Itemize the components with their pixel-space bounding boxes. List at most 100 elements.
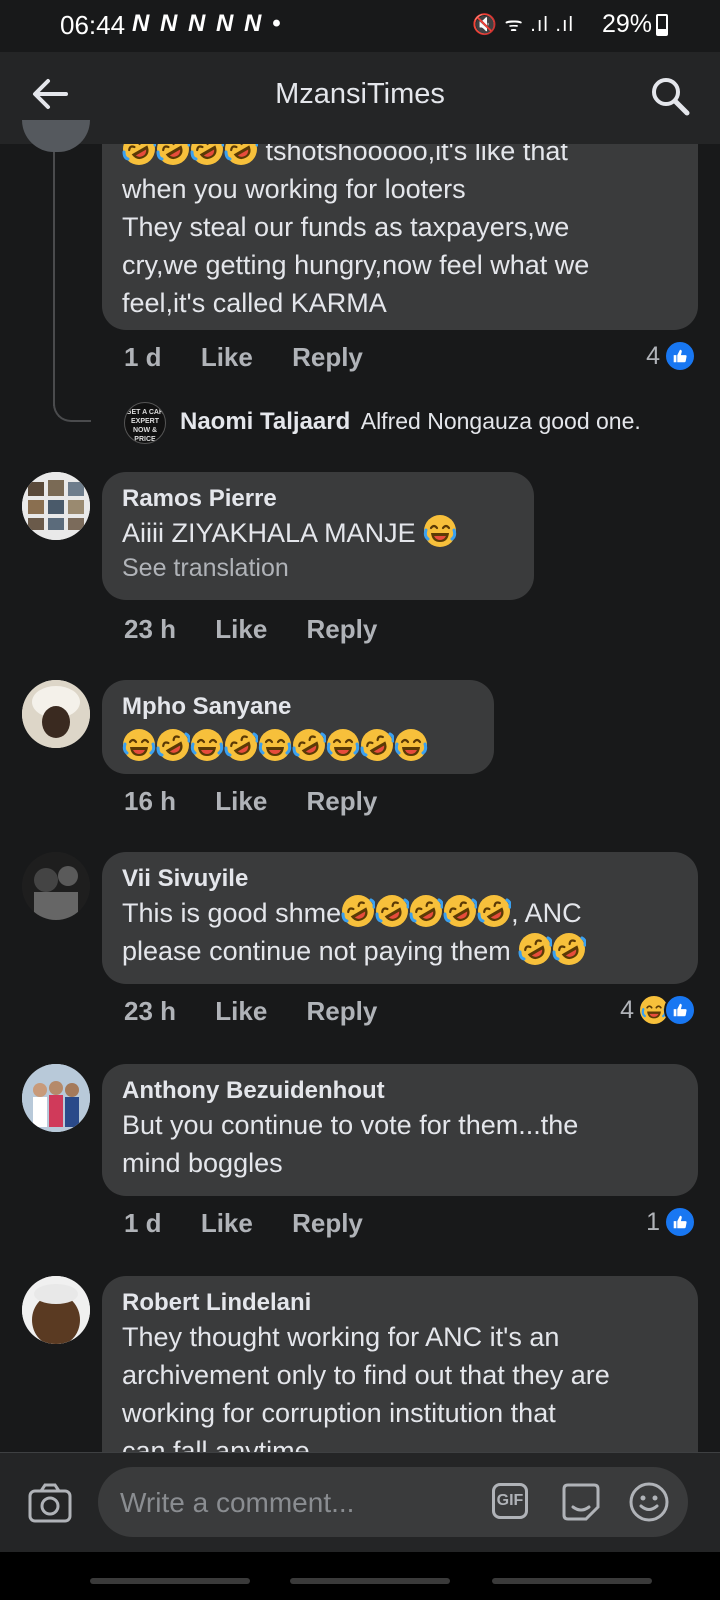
reply-button[interactable]: Reply (292, 1208, 363, 1238)
avatar-photo (22, 680, 90, 748)
comment-author[interactable]: Mpho Sanyane (122, 692, 474, 722)
comment-actions: 1 d Like Reply (124, 342, 395, 373)
rofl-emoji-icon (375, 894, 409, 928)
like-icon (664, 340, 696, 372)
rofl-emoji-icon (224, 144, 258, 166)
nav-recents[interactable] (90, 1578, 250, 1584)
like-button[interactable]: Like (201, 342, 253, 372)
see-translation-link[interactable]: See translation (122, 552, 514, 584)
avatar-photo (22, 1064, 90, 1132)
signal-icons: 🔇 ᯤ .ıl .ıl (472, 14, 574, 36)
comment-input[interactable]: Write a comment... GIF (98, 1467, 688, 1537)
comment-line: But you continue to vote for them...the (122, 1110, 579, 1140)
comment-text: They thought working for ANC it's an arc… (122, 1318, 678, 1470)
comment-bubble[interactable]: Anthony Bezuidenhout But you continue to… (102, 1064, 698, 1196)
comment-line: tshotshooooo,it's like that (265, 144, 568, 166)
like-button[interactable]: Like (215, 614, 267, 644)
rofl-emoji-icon (477, 894, 511, 928)
avatar[interactable] (22, 1276, 90, 1344)
like-button[interactable]: Like (215, 996, 267, 1026)
avatar[interactable] (22, 472, 90, 540)
avatar-collage (22, 472, 90, 540)
thread-line (53, 144, 55, 406)
comment-time: 1 d (124, 1208, 162, 1238)
comment-actions: 23 h Like Reply (124, 996, 409, 1027)
reaction-summary[interactable]: 4 (646, 340, 696, 372)
reaction-count: 1 (646, 1207, 660, 1236)
avatar[interactable] (22, 852, 90, 920)
comment-bubble[interactable]: Mpho Sanyane (102, 680, 494, 774)
rofl-emoji-icon (341, 894, 375, 928)
comment-text (122, 728, 474, 766)
rofl-emoji-icon (190, 144, 224, 166)
system-nav-bar (0, 1552, 720, 1600)
comment-line: working for corruption institution that (122, 1398, 556, 1428)
like-button[interactable]: Like (201, 1208, 253, 1238)
emoji-icon[interactable] (628, 1481, 670, 1523)
reply-preview[interactable]: GET A CAR EXPERT NOW & PRICE Naomi Taljaar… (124, 400, 704, 444)
comment-line: This is good shme (122, 898, 342, 928)
comment-text: Aiiii ZIYAKHALA MANJE (122, 514, 514, 552)
page-title: MzansiTimes (275, 78, 445, 110)
comment-text: But you continue to vote for them...the … (122, 1106, 678, 1182)
comment-line: , ANC (511, 898, 582, 928)
avatar[interactable] (22, 1064, 90, 1132)
laugh-emoji-icon (190, 728, 224, 762)
comment-time: 23 h (124, 614, 177, 644)
nav-back[interactable] (492, 1578, 652, 1584)
avatar-photo (22, 852, 90, 920)
like-icon (664, 994, 696, 1026)
laugh-emoji-icon (423, 514, 457, 548)
comment-line: when you working for looters (122, 174, 466, 204)
laugh-emoji-icon (258, 728, 292, 762)
comment-author[interactable]: Ramos Pierre (122, 484, 514, 514)
comment-text: This is good shme , ANC please continue n… (122, 894, 678, 970)
comment-bubble[interactable]: tshotshooooo,it's like that when you wor… (102, 144, 698, 330)
comment-bubble[interactable]: Vii Sivuyile This is good shme , ANC plea… (102, 852, 698, 984)
reply-button[interactable]: Reply (307, 614, 378, 644)
comment-actions: 23 h Like Reply (124, 614, 409, 645)
thread-line-curve (53, 380, 91, 422)
like-button[interactable]: Like (215, 786, 267, 816)
comment-bubble[interactable]: Robert Lindelani They thought working fo… (102, 1276, 698, 1480)
reaction-count: 4 (646, 341, 660, 370)
comment-line: archivement only to find out that they a… (122, 1360, 610, 1390)
status-time: 06:44 (60, 10, 126, 40)
rofl-emoji-icon (443, 894, 477, 928)
comment-author[interactable]: Vii Sivuyile (122, 864, 678, 894)
comment-time: 23 h (124, 996, 177, 1026)
sticker-icon[interactable] (560, 1481, 602, 1523)
comment-text: tshotshooooo,it's like that when you wor… (122, 144, 678, 322)
comment-line: feel,it's called KARMA (122, 288, 387, 318)
reply-button[interactable]: Reply (292, 342, 363, 372)
rofl-emoji-icon (224, 728, 258, 762)
reply-button[interactable]: Reply (307, 786, 378, 816)
camera-icon[interactable] (28, 1483, 72, 1523)
comment-line: cry,we getting hungry,now feel what we (122, 250, 590, 280)
comment-bubble[interactable]: Ramos Pierre Aiiii ZIYAKHALA MANJE See t… (102, 472, 534, 600)
search-icon[interactable] (648, 74, 692, 118)
like-icon (664, 1206, 696, 1238)
rofl-emoji-icon (409, 894, 443, 928)
nav-home[interactable] (290, 1578, 450, 1584)
comment-line: please continue not paying them (122, 936, 511, 966)
reply-text: Alfred Nongauza good one. (360, 408, 641, 434)
rofl-emoji-icon (156, 144, 190, 166)
comment-author[interactable]: Anthony Bezuidenhout (122, 1076, 678, 1106)
reaction-summary[interactable]: 4 (620, 994, 696, 1026)
reply-avatar: GET A CAR EXPERT NOW & PRICE (124, 402, 166, 444)
avatar[interactable] (22, 680, 90, 748)
rofl-emoji-icon (518, 932, 552, 966)
comment-author[interactable]: Robert Lindelani (122, 1288, 678, 1318)
notification-icons: N N N N N • (132, 10, 283, 37)
reaction-count: 4 (620, 995, 634, 1024)
reply-author[interactable]: Naomi Taljaard (180, 408, 350, 435)
comment-actions: 16 h Like Reply (124, 786, 409, 817)
avatar-partial (22, 120, 90, 152)
reply-button[interactable]: Reply (307, 996, 378, 1026)
status-bar: 06:44 N N N N N • 🔇 ᯤ .ıl .ıl 29% (0, 0, 720, 52)
reaction-summary[interactable]: 1 (646, 1206, 696, 1238)
gif-icon[interactable]: GIF (492, 1483, 528, 1519)
rofl-emoji-icon (360, 728, 394, 762)
laugh-emoji-icon (394, 728, 428, 762)
